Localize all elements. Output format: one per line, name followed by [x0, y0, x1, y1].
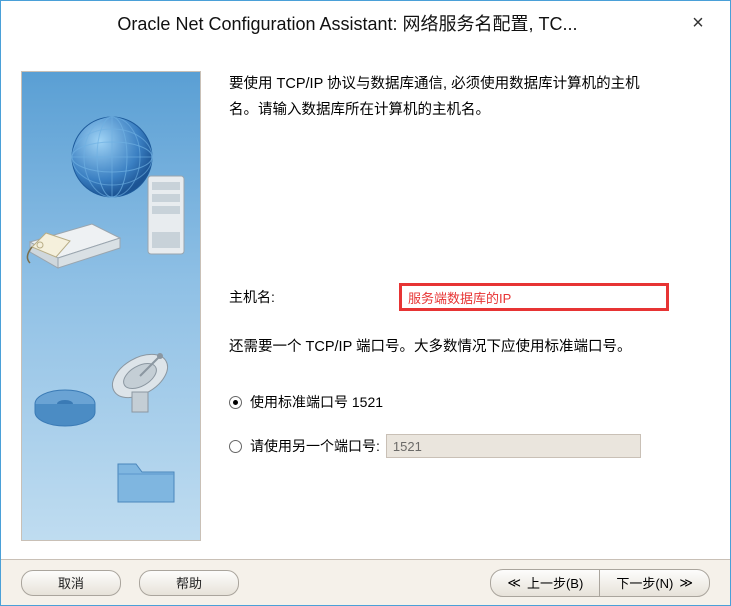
content-area: 要使用 TCP/IP 协议与数据库通信, 必须使用数据库计算机的主机 名。请输入… [1, 45, 730, 559]
intro-line1: 要使用 TCP/IP 协议与数据库通信, 必须使用数据库计算机的主机 [229, 76, 640, 92]
nav-buttons: ≪ 上一步(B) 下一步(N) ≫ [490, 569, 710, 597]
dialog-window: Oracle Net Configuration Assistant: 网络服务… [0, 0, 731, 606]
radio-standard-icon[interactable] [229, 396, 242, 409]
chevron-right-icon: ≫ [679, 575, 693, 591]
cancel-button[interactable]: 取消 [21, 570, 121, 596]
intro-line2: 名。请输入数据库所在计算机的主机名。 [229, 102, 490, 118]
port-custom-option[interactable]: 请使用另一个端口号: [229, 434, 700, 458]
port-instruction: 还需要一个 TCP/IP 端口号。大多数情况下应使用标准端口号。 [229, 335, 700, 356]
close-icon[interactable]: × [680, 12, 716, 35]
port-custom-input[interactable] [386, 434, 641, 458]
chevron-left-icon: ≪ [507, 575, 521, 591]
server-icon [142, 172, 192, 262]
intro-text: 要使用 TCP/IP 协议与数据库通信, 必须使用数据库计算机的主机 名。请输入… [229, 71, 700, 123]
hostname-label: 主机名: [229, 287, 399, 307]
next-button[interactable]: 下一步(N) ≫ [600, 570, 709, 596]
hostname-input[interactable] [399, 283, 669, 311]
radio-custom-icon[interactable] [229, 440, 242, 453]
hostname-row: 主机名: [229, 283, 700, 311]
tag-icon [26, 227, 76, 267]
satellite-icon [102, 342, 182, 422]
back-button[interactable]: ≪ 上一步(B) [491, 570, 599, 596]
titlebar: Oracle Net Configuration Assistant: 网络服务… [1, 1, 730, 45]
help-button[interactable]: 帮助 [139, 570, 239, 596]
footer-bar: 取消 帮助 ≪ 上一步(B) 下一步(N) ≫ [1, 559, 730, 605]
window-title: Oracle Net Configuration Assistant: 网络服务… [15, 10, 680, 36]
wizard-illustration [21, 71, 201, 541]
port-standard-label: 使用标准端口号 1521 [250, 392, 383, 412]
disk-icon [30, 382, 100, 432]
port-standard-option[interactable]: 使用标准端口号 1521 [229, 392, 700, 412]
port-custom-label: 请使用另一个端口号: [250, 436, 380, 456]
hostname-input-wrap [399, 283, 700, 311]
form-panel: 要使用 TCP/IP 协议与数据库通信, 必须使用数据库计算机的主机 名。请输入… [229, 71, 710, 559]
folder-icon [112, 452, 182, 512]
